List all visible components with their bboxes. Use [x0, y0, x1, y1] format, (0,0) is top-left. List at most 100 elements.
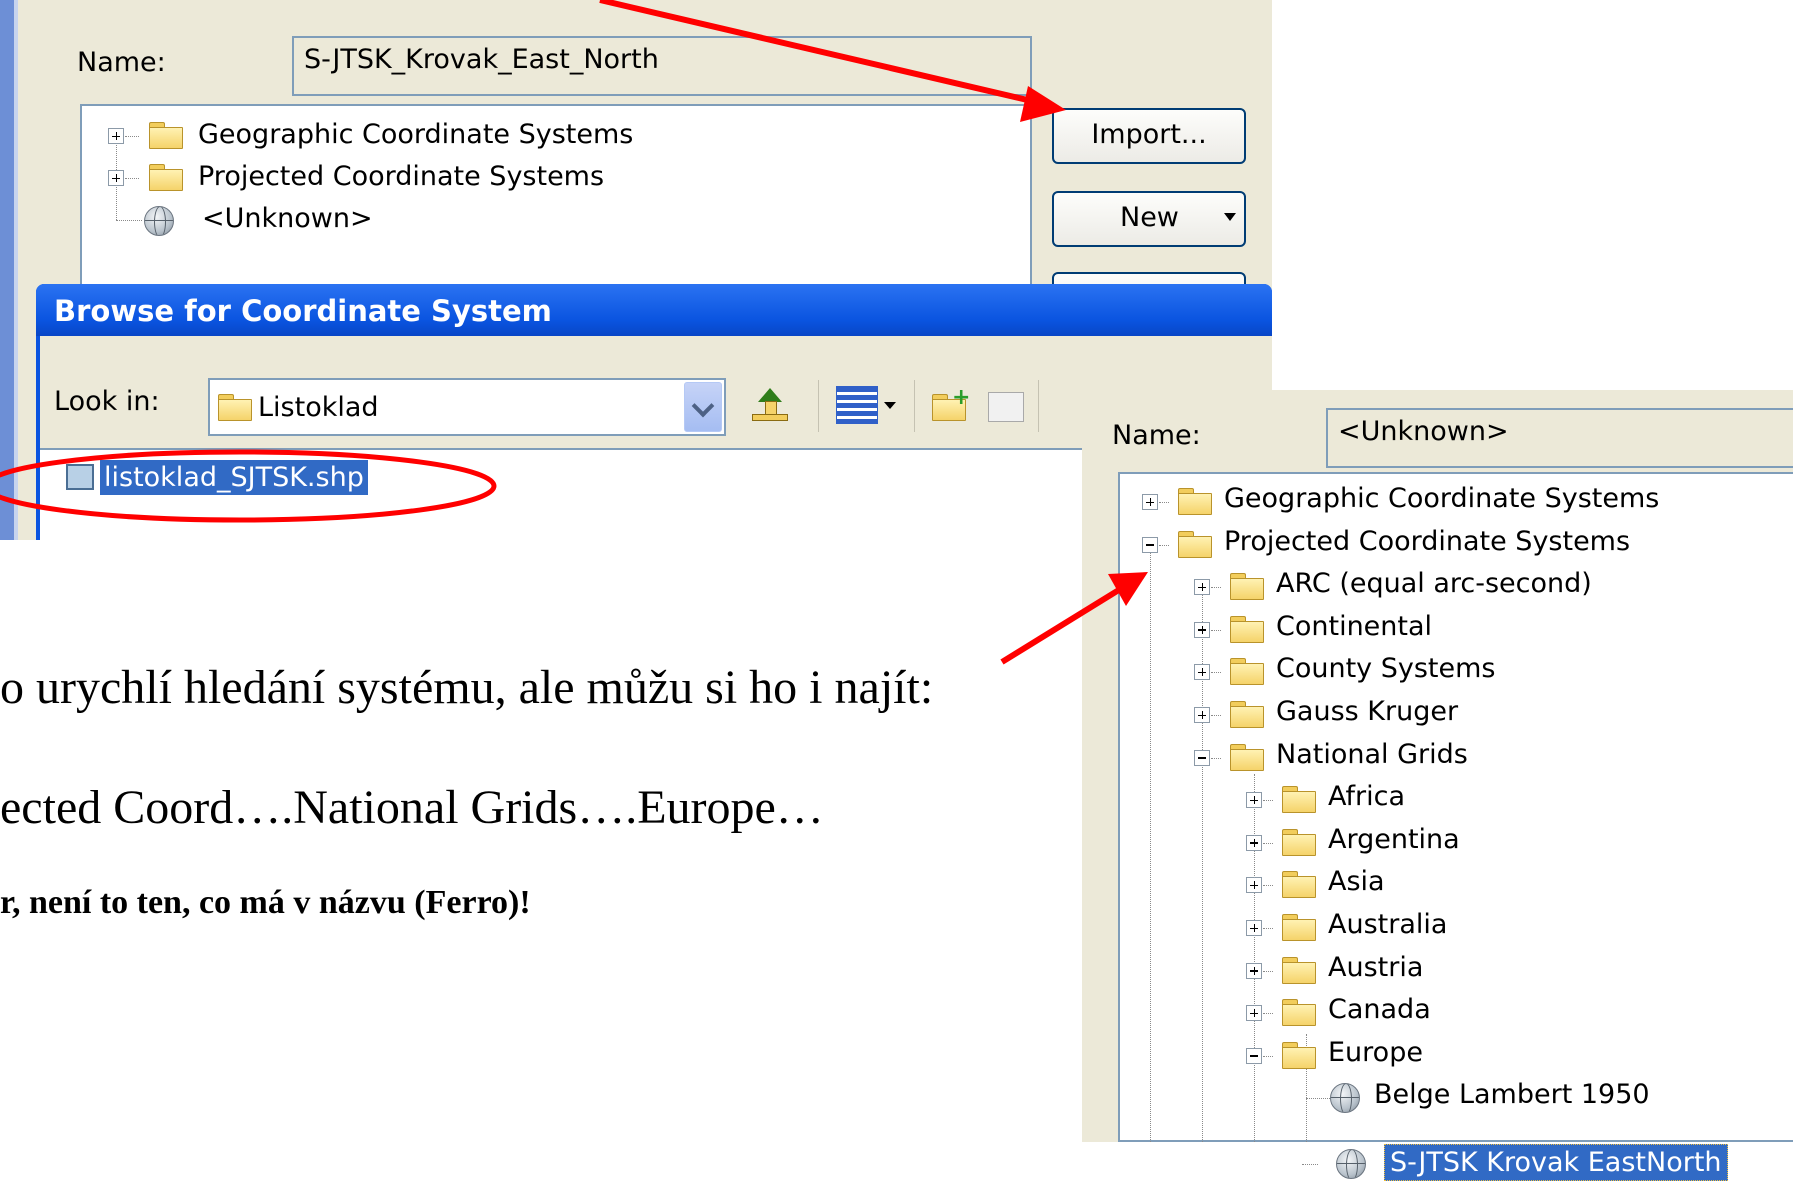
tree-item[interactable]: Projected Coordinate Systems	[1120, 525, 1793, 565]
new-folder-icon[interactable]: +	[932, 387, 972, 422]
tree-item[interactable]: Europe	[1120, 1036, 1793, 1076]
dropdown-arrow-icon[interactable]	[1224, 213, 1236, 221]
tree-item-unknown[interactable]: <Unknown>	[82, 200, 782, 240]
tree-item-label: Austria	[1328, 951, 1424, 983]
collapse-icon[interactable]	[1194, 749, 1210, 766]
view-dropdown-icon[interactable]	[884, 402, 896, 409]
tree-item-label: Africa	[1328, 781, 1406, 813]
tree-item[interactable]: Gauss Kruger	[1120, 695, 1793, 735]
tree-item-label: Canada	[1328, 994, 1431, 1026]
tree-item[interactable]: County Systems	[1120, 652, 1793, 692]
tree-item-label: Europe	[1328, 1036, 1423, 1068]
expand-icon[interactable]	[1246, 877, 1262, 894]
folder-icon	[1230, 701, 1264, 728]
tree-item-label: <Unknown>	[202, 203, 373, 234]
tree-item-label: Asia	[1328, 866, 1385, 898]
tree-item-label: Geographic Coordinate Systems	[198, 119, 634, 150]
look-in-value: Listoklad	[258, 392, 379, 423]
folder-icon	[149, 164, 183, 191]
name-field-value: <Unknown>	[1338, 416, 1509, 447]
expand-icon[interactable]	[1246, 920, 1262, 936]
expand-icon[interactable]	[1142, 494, 1158, 510]
folder-icon	[1230, 743, 1264, 771]
browse-dialog-title: Browse for Coordinate System	[54, 294, 552, 328]
tree-item[interactable]: Continental	[1120, 610, 1793, 650]
selected-item-label: S-JTSK Krovak EastNorth	[1384, 1144, 1728, 1181]
tree-item-label: Belge Lambert 1950	[1374, 1079, 1650, 1111]
expand-icon[interactable]	[1246, 834, 1262, 851]
tree-item[interactable]: Australia	[1120, 908, 1793, 948]
tree-item[interactable]: Austria	[1120, 951, 1793, 991]
slide-text-line1: o urychlí hledání systému, ale můžu si h…	[0, 661, 934, 714]
slide-text-line3: r, není to ten, co má v názvu (Ferro)!	[0, 884, 531, 921]
coordinate-system-dialog-expanded: Name: <Unknown> Geographic Coordinate Sy…	[1082, 390, 1793, 1142]
folder-icon	[1282, 871, 1316, 899]
tree-item-label: Geographic Coordinate Systems	[1224, 483, 1660, 514]
globe-icon	[1330, 1083, 1360, 1114]
folder-icon	[1230, 573, 1264, 601]
expand-icon[interactable]	[1194, 579, 1210, 596]
folder-icon	[1282, 999, 1316, 1027]
folder-icon	[1282, 828, 1316, 856]
tree-item[interactable]: Geographic Coordinate Systems	[1120, 482, 1793, 522]
tree-item-label: Australia	[1328, 909, 1448, 940]
slide-text-line2: ected Coord….National Grids….Europe…	[0, 781, 824, 834]
folder-icon	[1282, 786, 1316, 814]
tree-item-label: National Grids	[1276, 738, 1468, 770]
folder-icon	[1178, 530, 1212, 558]
tree-item[interactable]: Belge Lambert 1950	[1120, 1078, 1793, 1118]
expand-icon[interactable]	[1194, 664, 1210, 681]
folder-icon	[1282, 914, 1316, 941]
tree-item[interactable]: ARC (equal arc-second)	[1120, 567, 1793, 607]
name-label: Name:	[1112, 420, 1201, 451]
folder-icon	[1282, 956, 1316, 984]
tree-item-label: ARC (equal arc-second)	[1276, 568, 1592, 600]
look-in-combo[interactable]: Listoklad	[208, 378, 726, 436]
expand-icon[interactable]	[108, 128, 124, 144]
up-one-level-icon[interactable]	[752, 388, 788, 424]
expand-icon[interactable]	[1194, 621, 1210, 638]
tree-item[interactable]: Canada	[1120, 993, 1793, 1033]
name-field[interactable]: S-JTSK_Krovak_East_North	[292, 36, 1032, 96]
expand-icon[interactable]	[1246, 792, 1262, 809]
collapse-icon[interactable]	[1246, 1047, 1262, 1064]
folder-icon	[1178, 488, 1212, 515]
folder-icon	[149, 122, 183, 149]
expand-icon[interactable]	[1246, 1005, 1262, 1022]
globe-icon	[144, 206, 174, 236]
tree-item-label: Argentina	[1328, 823, 1460, 855]
tree-item-label: Gauss Kruger	[1276, 696, 1459, 727]
tree-item-label: Projected Coordinate Systems	[198, 161, 605, 192]
folder-icon	[1230, 658, 1264, 686]
view-menu-icon[interactable]	[836, 386, 878, 424]
tree-item-projected[interactable]: Projected Coordinate Systems	[82, 158, 782, 198]
new-button-label: New	[1120, 202, 1179, 233]
look-in-label: Look in:	[54, 386, 160, 417]
folder-icon	[1230, 615, 1264, 643]
highlight-ellipse	[0, 449, 497, 523]
chevron-down-icon[interactable]	[684, 382, 722, 432]
expand-icon[interactable]	[1246, 962, 1262, 979]
tree-item-label: County Systems	[1276, 653, 1496, 685]
coordinate-system-tree[interactable]: Geographic Coordinate Systems Projected C…	[1118, 472, 1793, 1142]
delete-icon[interactable]	[988, 392, 1024, 422]
expand-icon[interactable]	[108, 170, 124, 186]
folder-icon	[1282, 1041, 1316, 1069]
tree-item-partial	[1222, 1130, 1522, 1142]
collapse-icon[interactable]	[1142, 536, 1158, 553]
new-button[interactable]: New	[1052, 191, 1246, 247]
import-button[interactable]: Import...	[1052, 108, 1246, 164]
name-field[interactable]: <Unknown>	[1326, 408, 1793, 468]
name-field-value: S-JTSK_Krovak_East_North	[304, 44, 659, 75]
tree-item[interactable]: Asia	[1120, 865, 1793, 905]
tree-item-geographic[interactable]: Geographic Coordinate Systems	[82, 116, 782, 156]
tree-item[interactable]: Africa	[1120, 780, 1793, 820]
tree-item-label: Projected Coordinate Systems	[1224, 525, 1631, 557]
globe-icon	[1336, 1149, 1366, 1179]
browse-dialog-titlebar[interactable]: Browse for Coordinate System	[36, 284, 1272, 336]
tree-item[interactable]: National Grids	[1120, 738, 1793, 778]
tree-item-label: Continental	[1276, 610, 1433, 642]
folder-icon	[218, 394, 252, 421]
expand-icon[interactable]	[1194, 707, 1210, 723]
tree-item[interactable]: Argentina	[1120, 823, 1793, 863]
